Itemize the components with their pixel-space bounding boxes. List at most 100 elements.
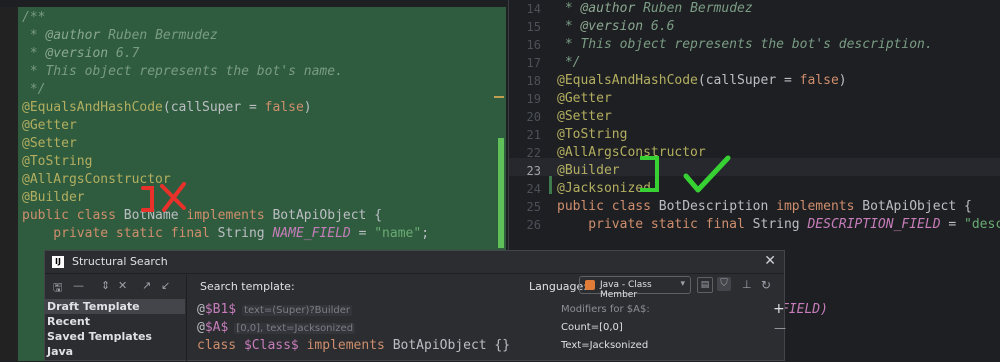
code-token: */ bbox=[557, 55, 581, 70]
code-token: Ruben Bermudez bbox=[100, 28, 218, 43]
code-token: * bbox=[557, 19, 581, 34]
code-token: @ bbox=[197, 302, 205, 317]
line-number: 14 bbox=[526, 2, 541, 16]
scroll-marker-change[interactable] bbox=[498, 138, 504, 248]
panel-divider[interactable] bbox=[186, 275, 187, 362]
line-number: 26 bbox=[526, 218, 541, 232]
code-token: BotApiObject {} bbox=[392, 338, 511, 353]
modifier-item[interactable]: Count=[0,0] bbox=[561, 319, 771, 337]
code-token: @Setter bbox=[22, 136, 77, 151]
line-number: 19 bbox=[526, 92, 541, 106]
variable-constraint-hint: [0,0], text=Jacksonized bbox=[234, 323, 356, 334]
template-options-icon[interactable]: ▤ bbox=[697, 277, 713, 293]
code-line: * @author Ruben Bermudez bbox=[22, 27, 429, 45]
remove-icon[interactable]: — bbox=[73, 279, 84, 292]
scroll-marker bbox=[494, 96, 504, 98]
code-line: @EqualsAndHashCode(callSuper = false) bbox=[22, 99, 429, 117]
code-token: @author bbox=[45, 28, 101, 43]
refresh-icon[interactable]: ↻ bbox=[761, 278, 771, 292]
close-icon[interactable]: ✕ bbox=[764, 253, 776, 269]
code-line: /** bbox=[22, 9, 429, 27]
green-bracket bbox=[640, 156, 659, 192]
code-token: 6.6 bbox=[643, 19, 675, 34]
code-line: */ bbox=[22, 81, 429, 99]
code-token: private static final bbox=[22, 226, 218, 241]
code-line: */ bbox=[557, 54, 1000, 72]
collapse-icon[interactable]: ✕ bbox=[118, 279, 127, 292]
code-line: @Getter bbox=[557, 90, 1000, 108]
search-template-editor[interactable]: @$B1$ text=(Super)?Builder @$A$ [0,0], text… bbox=[197, 301, 557, 355]
code-line: @Builder bbox=[22, 189, 429, 207]
code-token: BotDescription bbox=[658, 199, 777, 214]
code-token: class bbox=[197, 338, 244, 353]
code-token: @Getter bbox=[557, 91, 612, 106]
import-icon[interactable]: ↙ bbox=[161, 279, 170, 292]
code-token: false bbox=[264, 100, 304, 115]
code-line: @Builder bbox=[557, 162, 1000, 180]
expand-icon[interactable]: ⇕ bbox=[101, 279, 110, 292]
language-dropdown[interactable]: Java - Class Member ▾ bbox=[579, 276, 691, 300]
red-bracket bbox=[141, 186, 154, 212]
code-line: private static final String NAME_FIELD =… bbox=[22, 225, 429, 243]
code-token: * This object represents the bot's name. bbox=[22, 64, 343, 79]
add-modifier-icon[interactable]: + bbox=[773, 301, 785, 317]
pin-icon[interactable]: ⊥ bbox=[742, 278, 752, 291]
gutter-change-marker bbox=[549, 176, 552, 194]
code-line: * @version 6.7 bbox=[22, 45, 429, 63]
code-token: Ruben Bermudez bbox=[635, 1, 753, 16]
code-token: (callSuper = bbox=[697, 73, 800, 88]
code-token: DESCRIPTION_FIELD bbox=[807, 217, 941, 232]
green-checkmark bbox=[683, 155, 731, 193]
right-code[interactable]: * @author Ruben Bermudez * @version 6.6 … bbox=[557, 0, 1000, 234]
line-number: 22 bbox=[526, 146, 541, 160]
red-x-annotation bbox=[141, 182, 186, 212]
dialog-title-bar[interactable]: IJ Structural Search ✕ bbox=[45, 251, 784, 274]
template-category-item[interactable]: Saved Templates bbox=[45, 329, 185, 344]
code-token: public class bbox=[557, 199, 659, 214]
line-number: 24 bbox=[526, 182, 541, 196]
language-value: Java - Class Member bbox=[600, 280, 652, 300]
code-line: * @author Ruben Bermudez bbox=[557, 0, 1000, 18]
line-number-gutter: 14 15 16 17 18 19 20 21 22 23 24 25 26 bbox=[509, 0, 547, 234]
line-number: 16 bbox=[526, 38, 541, 52]
save-template-icon[interactable]: 🖫 bbox=[53, 279, 62, 298]
code-line: @AllArgsConstructor bbox=[22, 171, 429, 189]
java-icon bbox=[585, 280, 595, 290]
code-token: ) bbox=[838, 73, 847, 88]
template-category-item[interactable]: Java bbox=[45, 344, 185, 359]
template-category-item[interactable]: Draft Template bbox=[45, 299, 185, 314]
code-token: "descrip bbox=[964, 217, 1000, 232]
filter-icon[interactable]: ⛉ bbox=[717, 277, 731, 291]
export-icon[interactable]: ↗ bbox=[142, 279, 151, 292]
code-token: implements bbox=[776, 199, 863, 214]
code-token: $Class$ bbox=[243, 338, 299, 353]
green-check-annotation bbox=[640, 155, 731, 193]
left-code[interactable]: /** * @author Ruben Bermudez * @version … bbox=[22, 9, 429, 243]
intellij-logo-icon: IJ bbox=[52, 256, 64, 268]
variable-constraint-hint: text=(Super)?Builder bbox=[242, 305, 353, 316]
template-category-list: Draft Template Recent Saved Templates Java bbox=[45, 299, 185, 359]
code-token: /** bbox=[22, 10, 46, 25]
code-token: $B1$ bbox=[204, 302, 237, 317]
code-token: */ bbox=[22, 82, 46, 97]
template-category-item[interactable]: Recent bbox=[45, 314, 185, 329]
code-line: @Setter bbox=[22, 135, 429, 153]
modifier-item[interactable]: Text=Jacksonized bbox=[561, 337, 771, 355]
code-token: @Getter bbox=[22, 118, 77, 133]
left-gutter bbox=[0, 7, 18, 361]
modifiers-panel: Modifiers for $A$: Count=[0,0] Text=Jacks… bbox=[561, 301, 771, 355]
code-token: @Jacksonized bbox=[557, 181, 651, 196]
partial-code-text: FIELD) bbox=[781, 302, 828, 317]
red-x-cross bbox=[160, 182, 186, 212]
code-token: String bbox=[217, 226, 273, 241]
code-token: @EqualsAndHashCode bbox=[557, 73, 698, 88]
template-line: @$B1$ text=(Super)?Builder bbox=[197, 301, 557, 319]
code-line: @Setter bbox=[557, 108, 1000, 126]
code-token: false bbox=[799, 73, 839, 88]
structural-search-dialog[interactable]: IJ Structural Search ✕ 🖫 — ⇕ ✕ ↗ ↙ Draft… bbox=[44, 250, 786, 362]
code-token: @ bbox=[197, 320, 205, 335]
code-line: * @version 6.6 bbox=[557, 18, 1000, 36]
code-token: implements bbox=[298, 338, 393, 353]
code-token: * bbox=[557, 1, 581, 16]
remove-modifier-icon[interactable]: — bbox=[774, 321, 786, 335]
